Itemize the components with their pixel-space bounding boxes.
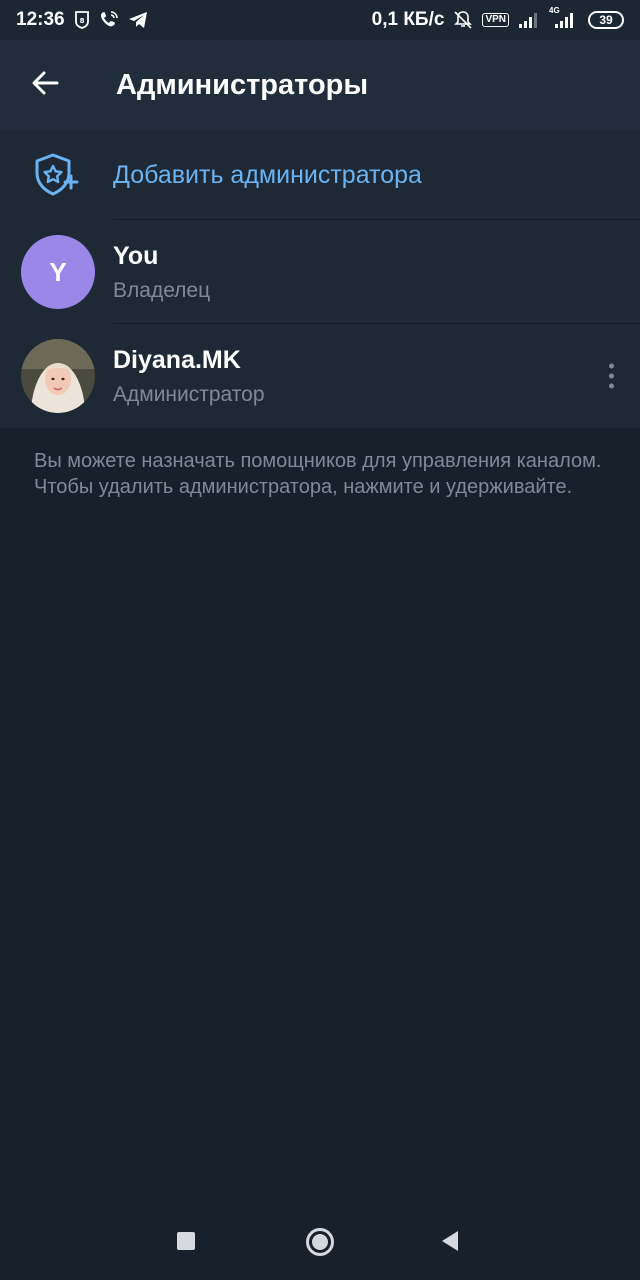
status-time: 12:36 [16, 9, 65, 30]
battery-level: 39 [599, 13, 613, 27]
shield-badge-icon: 8 [74, 11, 90, 29]
add-admin-button[interactable]: Добавить администратора [0, 130, 640, 220]
avatar-photo [21, 339, 95, 413]
admin-name: Diyana.MK [113, 345, 241, 374]
admin-role: Владелец [113, 278, 211, 302]
vpn-icon: VPN [482, 13, 509, 27]
admin-name: You [113, 241, 159, 270]
arrow-left-icon [31, 70, 59, 101]
admin-list: Добавить администратора Y You Владелец D… [0, 130, 640, 428]
battery-icon: 39 [588, 11, 624, 29]
admin-row-administrator[interactable]: Diyana.MK Администратор [0, 324, 640, 428]
avatar-initial: Y [49, 256, 67, 287]
avatar: Y [21, 235, 95, 309]
add-admin-label: Добавить администратора [113, 160, 422, 189]
home-circle-icon[interactable] [305, 1227, 335, 1262]
more-options-icon[interactable] [609, 363, 614, 389]
network-type: 4G [549, 6, 560, 15]
shield-star-plus-icon [0, 152, 113, 198]
page-title: Администраторы [116, 68, 369, 101]
mute-bell-icon [453, 10, 473, 30]
app-bar: Администраторы [0, 40, 640, 130]
signal-icon [518, 12, 540, 28]
admin-row-owner[interactable]: Y You Владелец [0, 220, 640, 324]
status-bar: 12:36 8 0,1 КБ/с VPN 4G 39 [0, 0, 640, 40]
info-text: Вы можете назначать помощников для управ… [34, 450, 602, 498]
svg-text:8: 8 [79, 17, 84, 25]
network-speed: 0,1 КБ/с [371, 9, 445, 30]
admin-role: Администратор [113, 382, 265, 406]
telegram-icon [128, 11, 148, 29]
recents-square-icon[interactable] [176, 1231, 196, 1256]
signal-4g-icon: 4G [549, 6, 579, 28]
wifi-calling-icon [99, 10, 119, 30]
back-button[interactable] [0, 40, 90, 130]
back-triangle-icon[interactable] [440, 1230, 460, 1257]
